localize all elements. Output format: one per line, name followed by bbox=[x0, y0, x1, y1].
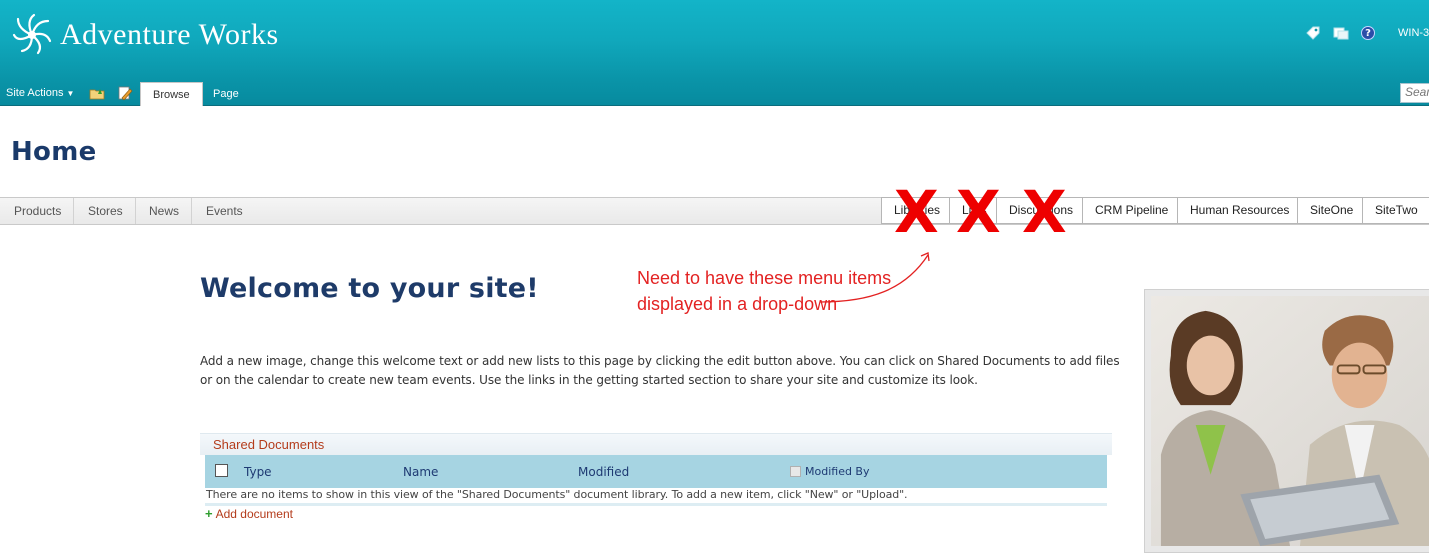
add-document-link[interactable]: + Add document bbox=[205, 506, 293, 521]
column-header-modified[interactable]: Modified bbox=[578, 465, 629, 479]
site-image-frame bbox=[1144, 289, 1429, 553]
tab-browse[interactable]: Browse bbox=[140, 82, 203, 106]
notes-icon[interactable] bbox=[1333, 25, 1349, 41]
modified-by-checkbox bbox=[790, 466, 801, 477]
site-actions-label: Site Actions bbox=[6, 87, 64, 99]
nav-item-crm-pipeline[interactable]: CRM Pipeline bbox=[1082, 197, 1181, 224]
nav-item-siteone[interactable]: SiteOne bbox=[1297, 197, 1366, 224]
add-icon: + bbox=[205, 506, 213, 521]
search-input[interactable]: Search bbox=[1400, 83, 1429, 103]
tag-icon[interactable] bbox=[1305, 25, 1321, 41]
empty-list-message: There are no items to show in this view … bbox=[206, 488, 908, 501]
shared-documents-title[interactable]: Shared Documents bbox=[200, 433, 1112, 455]
column-header-name[interactable]: Name bbox=[403, 465, 438, 479]
help-icon[interactable]: ? bbox=[1361, 26, 1375, 40]
add-document-label: Add document bbox=[215, 507, 293, 521]
nav-item-news[interactable]: News bbox=[137, 198, 193, 224]
tab-page[interactable]: Page bbox=[201, 82, 251, 106]
welcome-text: Add a new image, change this welcome tex… bbox=[200, 354, 1120, 387]
nav-item-libraries[interactable]: Libraries bbox=[881, 197, 953, 224]
nav-item-stores[interactable]: Stores bbox=[76, 198, 136, 224]
nav-item-human-resources[interactable]: Human Resources bbox=[1177, 197, 1302, 224]
column-header-type[interactable]: Type bbox=[244, 465, 272, 479]
adventure-works-logo-icon[interactable] bbox=[10, 13, 54, 57]
site-actions-menu[interactable]: Site Actions ▼ bbox=[6, 87, 74, 99]
edit-page-icon[interactable] bbox=[117, 85, 133, 101]
column-header-modified-by[interactable]: Modified By bbox=[805, 465, 870, 478]
user-menu[interactable]: WIN-3 bbox=[1398, 27, 1429, 39]
chevron-down-icon: ▼ bbox=[66, 89, 75, 98]
nav-item-events[interactable]: Events bbox=[194, 198, 255, 224]
nav-item-lists[interactable]: Lists bbox=[949, 197, 999, 224]
page-title: Home bbox=[11, 137, 97, 167]
annotation-arrow-icon bbox=[819, 252, 930, 303]
nav-item-products[interactable]: Products bbox=[2, 198, 75, 224]
team-photo-image bbox=[1151, 296, 1429, 546]
list-footer bbox=[205, 503, 1107, 506]
top-navigation-bar: Products Stores News Events Libraries Li… bbox=[0, 197, 1429, 225]
navigate-up-icon[interactable] bbox=[89, 85, 105, 101]
site-banner: Adventure Works ? WIN-3 Site Actions ▼ Br… bbox=[0, 0, 1429, 106]
nav-item-discussions[interactable]: Discussions bbox=[996, 197, 1086, 224]
welcome-heading: Welcome to your site! bbox=[200, 273, 539, 304]
site-title[interactable]: Adventure Works bbox=[60, 18, 279, 52]
top-toolbar: ? bbox=[1305, 25, 1375, 41]
document-list-header: Type Name Modified Modified By bbox=[205, 455, 1107, 488]
nav-item-sitetwo[interactable]: SiteTwo bbox=[1362, 197, 1429, 224]
select-all-checkbox[interactable] bbox=[215, 464, 228, 477]
